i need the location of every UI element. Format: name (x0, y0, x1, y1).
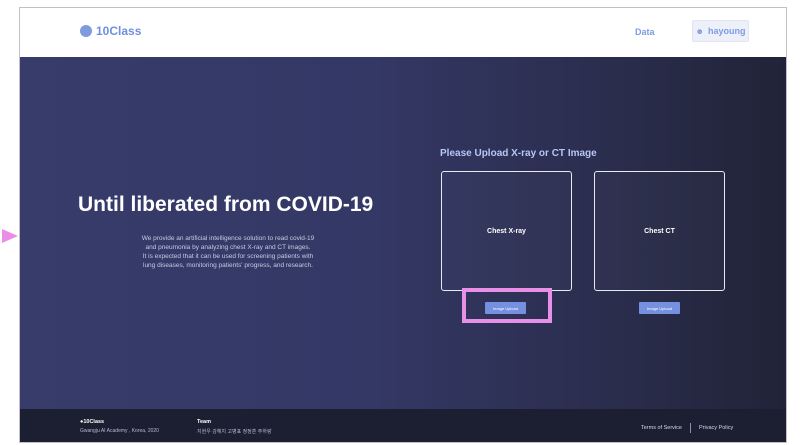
chest-xray-dropzone[interactable]: Chest X-ray (441, 171, 572, 291)
logo-text: 10Class (96, 24, 142, 38)
annotation-highlight-box (462, 288, 552, 323)
top-navbar: 10Class Data ☻ hayoung (20, 8, 786, 58)
user-icon: ☻ (695, 26, 704, 36)
footer-team-label: Team (197, 419, 211, 425)
site-logo[interactable]: 10Class (80, 24, 141, 38)
ct-image-upload-button[interactable]: Image Upload (639, 302, 680, 314)
hero-section: Until liberated from COVID-19 We provide… (20, 57, 786, 409)
browser-page-frame: 10Class Data ☻ hayoung Until liberated f… (19, 7, 787, 443)
hero-description-line: and pneumonia by analyzing chest X-ray a… (145, 244, 311, 251)
hero-description-line: It is expected that it can be used for s… (142, 253, 314, 260)
hero-description-line: We provide an artificial intelligence so… (141, 235, 315, 242)
privacy-policy-link[interactable]: Privacy Policy (699, 425, 733, 431)
chest-ct-dropzone[interactable]: Chest CT (594, 171, 725, 291)
nav-data-link[interactable]: Data (635, 27, 655, 37)
upload-heading: Please Upload X-ray or CT Image (440, 148, 597, 159)
page-footer: ●10Class Gwangju AI Academy , Korea, 202… (20, 409, 786, 442)
hero-title: Until liberated from COVID-19 (78, 193, 374, 216)
footer-links: Terms of Service Privacy Policy (641, 423, 733, 433)
user-account-button[interactable]: ☻ hayoung (692, 20, 749, 42)
chest-ct-label: Chest CT (644, 227, 675, 235)
annotation-arrow-icon (2, 229, 18, 243)
footer-address: Gwangju AI Academy , Korea, 2020 (80, 428, 159, 434)
footer-divider (689, 423, 691, 433)
footer-brand: ●10Class (80, 419, 105, 425)
username-label: hayoung (707, 26, 746, 36)
hero-description-line: lung diseases, monitoring patients' prog… (143, 262, 313, 269)
footer-team-members: 지현우 강혜지 고병표 정정훈 주하랑 (197, 429, 272, 435)
chest-xray-label: Chest X-ray (487, 227, 526, 235)
logo-circle-icon (80, 25, 92, 37)
terms-of-service-link[interactable]: Terms of Service (641, 425, 682, 431)
hero-description: We provide an artificial intelligence so… (83, 234, 373, 270)
